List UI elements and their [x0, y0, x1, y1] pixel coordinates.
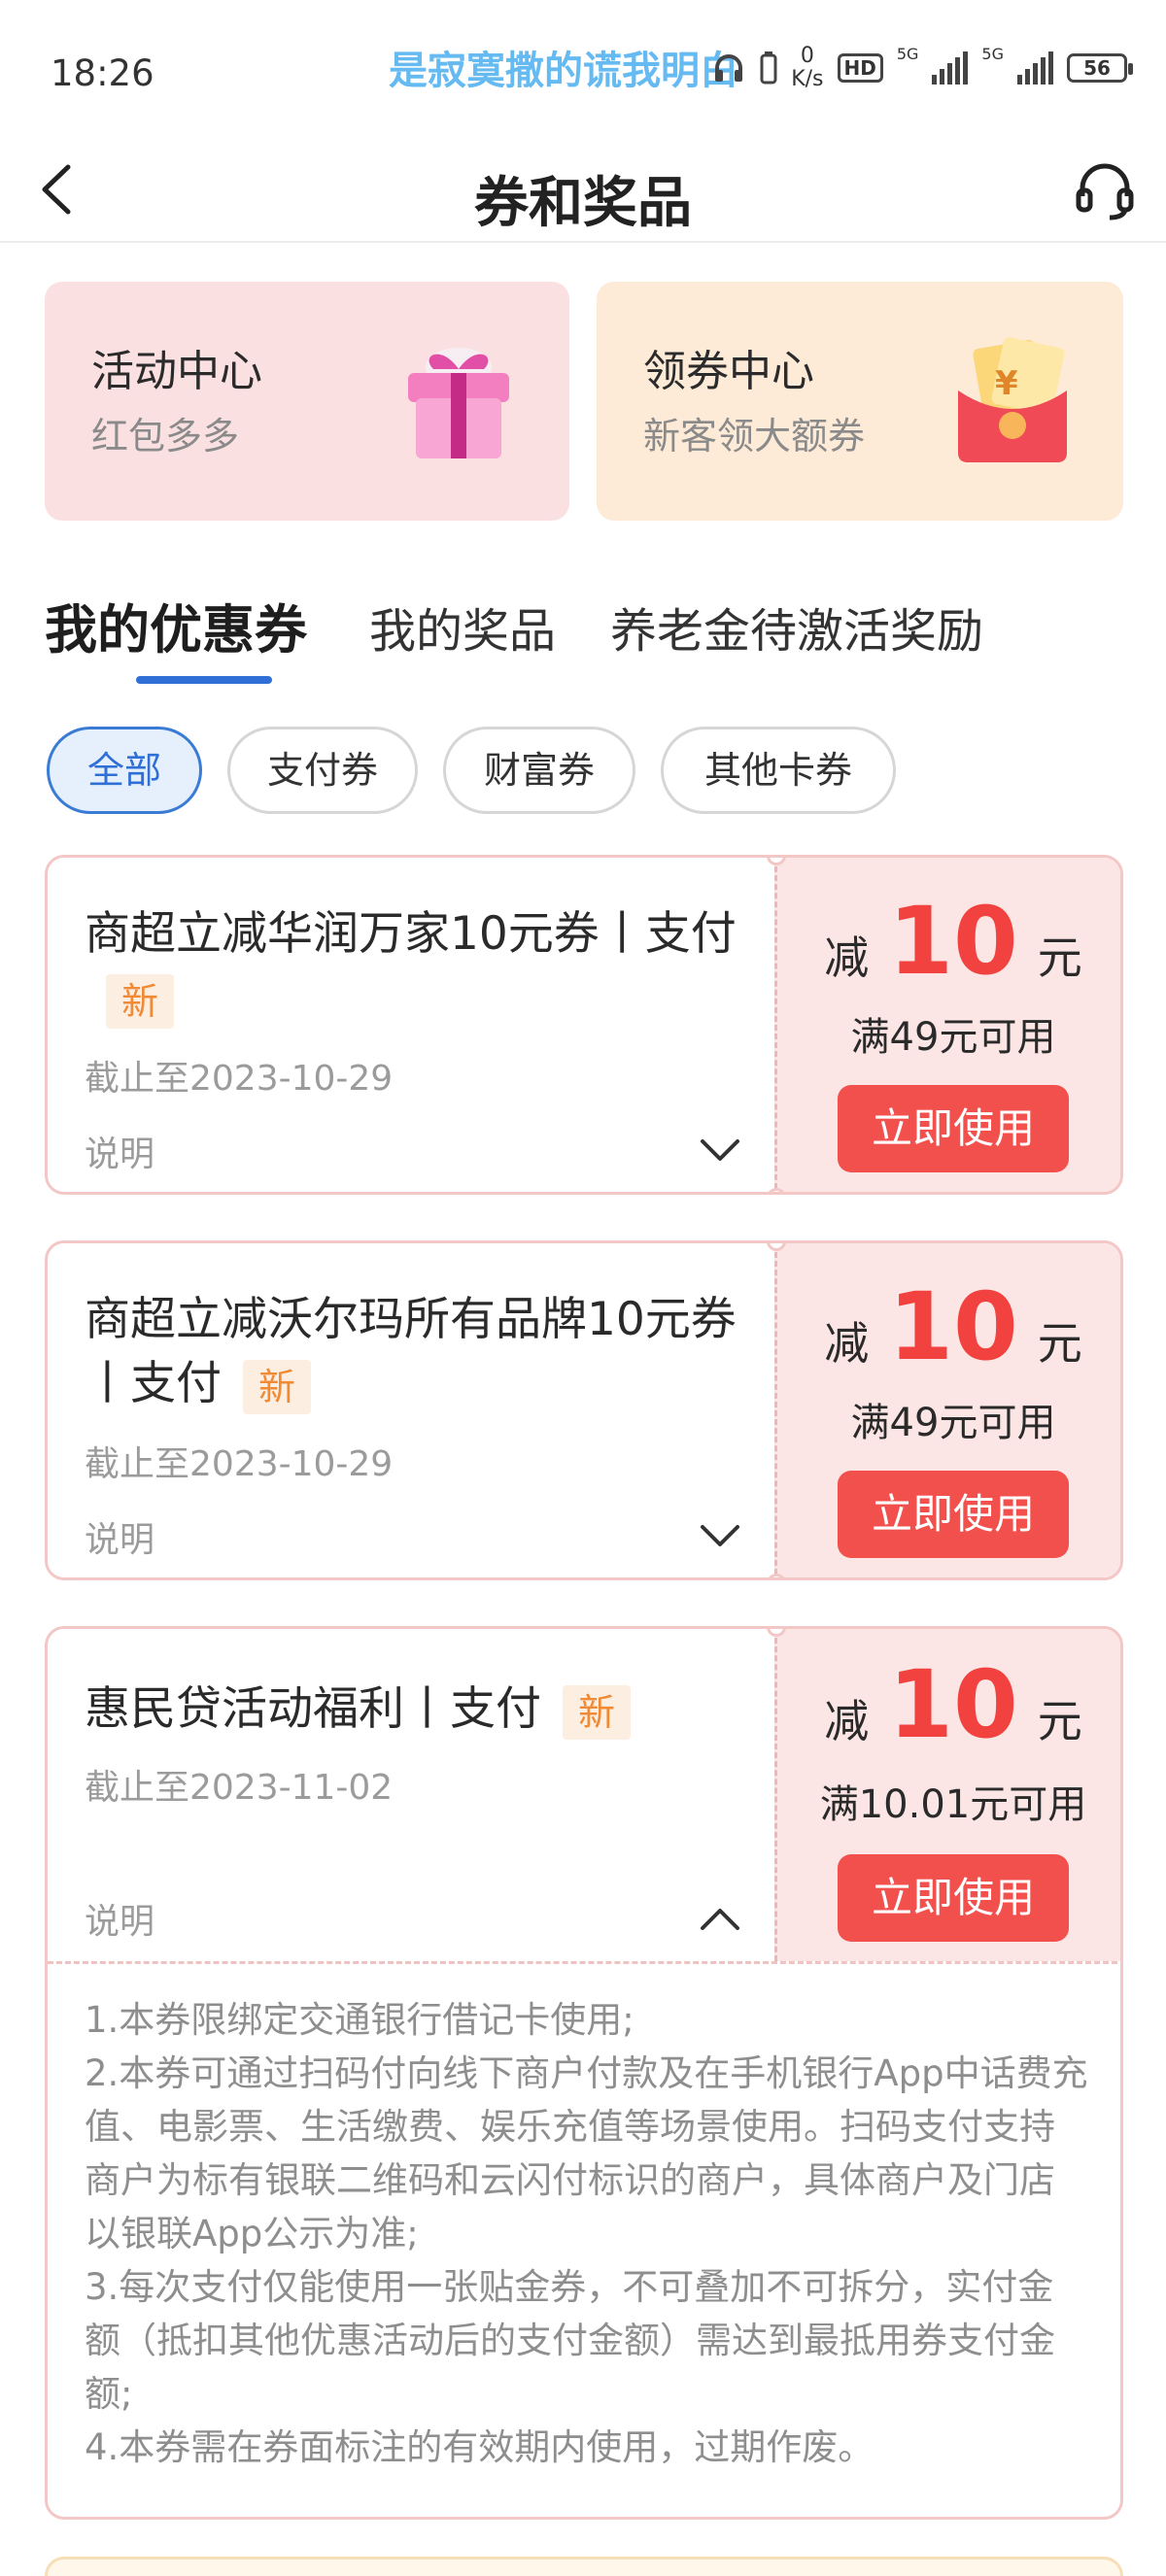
coupon-note-toggle[interactable]: 说明	[85, 1126, 154, 1176]
hd-badge: HD	[837, 53, 883, 83]
headset-icon	[1076, 163, 1134, 220]
headphones-icon	[715, 54, 743, 82]
coupon-threshold: 满49元可用	[850, 1401, 1056, 1445]
net-speed-value: 0	[800, 44, 814, 68]
battery-small-icon	[760, 51, 777, 85]
amount-value: 10	[888, 1272, 1018, 1381]
amount-prefix: 减	[824, 932, 870, 984]
filter-other-cards[interactable]: 其他卡券	[661, 727, 896, 814]
coupon-title: 商超立减华润万家10元券丨支付新	[85, 902, 755, 1031]
status-time: 18:26	[51, 52, 154, 94]
filter-payment[interactable]: 支付券	[227, 727, 418, 814]
next-coupon-card-peek	[45, 2557, 1123, 2576]
amount-unit: 元	[1037, 1317, 1082, 1370]
coupon-rule-1: 1.本券限绑定交通银行借记卡使用;	[85, 1999, 634, 2041]
chevron-down-icon[interactable]	[699, 1137, 741, 1165]
coupon-title-text: 惠民贷活动福利丨支付	[85, 1682, 541, 1736]
coupon-value-panel: 减 10 元 满49元可用 立即使用	[774, 858, 1120, 1192]
new-badge: 新	[563, 1684, 632, 1740]
amount-prefix: 减	[824, 1317, 870, 1370]
coupon-amount: 减 10 元	[777, 887, 1120, 996]
use-now-button[interactable]: 立即使用	[838, 1854, 1069, 1942]
battery-icon: 56	[1067, 53, 1133, 83]
chevron-down-icon[interactable]	[699, 1523, 741, 1550]
coupon-rule-3: 3.每次支付仅能使用一张贴金券，不可叠加不可拆分，实付金额（抵扣其他优惠活动后的…	[85, 2266, 1055, 2415]
coupon-card: 商超立减沃尔玛所有品牌10元券丨支付新 截止至2023-10-29 说明 减 10…	[45, 1240, 1123, 1580]
signal-strength-icon-2	[1017, 51, 1053, 85]
tab-my-prizes[interactable]: 我的奖品	[369, 593, 556, 661]
coupon-card-expanded: 惠民贷活动福利丨支付新 截止至2023-11-02 说明 减 10 元 满10.01…	[45, 1626, 1123, 2520]
coupon-title: 惠民贷活动福利丨支付新	[85, 1678, 755, 1742]
tab-my-coupons[interactable]: 我的优惠券	[45, 587, 307, 663]
coupon-rule-4: 4.本券需在券面标注的有效期内使用，过期作废。	[85, 2426, 874, 2468]
amount-value: 10	[888, 1650, 1018, 1759]
new-badge: 新	[106, 973, 175, 1029]
filter-all[interactable]: 全部	[47, 727, 202, 814]
coupon-card: 商超立减华润万家10元券丨支付新 截止至2023-10-29 说明 减 10 元 满…	[45, 855, 1123, 1195]
coupon-details: 1.本券限绑定交通银行借记卡使用; 2.本券可通过扫码付向线下商户付款及在手机银…	[48, 1961, 1120, 2517]
coupon-amount: 减 10 元	[777, 1650, 1120, 1759]
new-badge: 新	[243, 1359, 312, 1414]
customer-service-button[interactable]	[1071, 157, 1139, 225]
activity-center-title: 活动中心	[91, 347, 262, 396]
svg-text:¥: ¥	[995, 364, 1018, 403]
amount-unit: 元	[1037, 932, 1082, 984]
coupon-title-text: 商超立减华润万家10元券丨支付	[85, 907, 737, 961]
coupon-info: 商超立减沃尔玛所有品牌10元券丨支付新 截止至2023-10-29 说明	[48, 1243, 774, 1577]
coupon-value-panel: 减 10 元 满10.01元可用 立即使用	[774, 1629, 1120, 1961]
coupon-amount: 减 10 元	[777, 1272, 1120, 1381]
chevron-up-icon[interactable]	[699, 1905, 741, 1932]
page-title: 券和奖品	[474, 172, 692, 235]
coupon-note-toggle[interactable]: 说明	[85, 1893, 154, 1944]
status-ticker: 是寂寞撒的谎我明白	[389, 49, 738, 93]
sim1-label: 5G	[896, 45, 919, 63]
filter-wealth[interactable]: 财富券	[443, 727, 635, 814]
use-now-button[interactable]: 立即使用	[838, 1085, 1069, 1172]
coupon-value-panel: 减 10 元 满49元可用 立即使用	[774, 1243, 1120, 1577]
activity-center-subtitle: 红包多多	[91, 415, 240, 458]
amount-unit: 元	[1037, 1695, 1082, 1747]
coupon-center-title: 领券中心	[643, 347, 814, 396]
coupon-expiry: 截止至2023-11-02	[85, 1768, 394, 1808]
tab-pension-rewards[interactable]: 养老金待激活奖励	[610, 593, 983, 661]
amount-prefix: 减	[824, 1695, 870, 1747]
activity-center-card[interactable]: 活动中心 红包多多	[45, 282, 569, 521]
status-icons: 0 K/s HD 5G 5G 56	[711, 45, 1133, 91]
sim2-label: 5G	[981, 45, 1004, 63]
net-speed-unit: K/s	[791, 67, 824, 91]
red-envelope-icon: ¥	[958, 337, 1067, 462]
coupon-expiry: 截止至2023-10-29	[85, 1059, 394, 1099]
coupon-center-card[interactable]: 领券中心 新客领大额券 ¥	[597, 282, 1123, 521]
net-speed: 0 K/s	[791, 45, 823, 91]
gift-box-icon	[408, 348, 509, 458]
use-now-button[interactable]: 立即使用	[838, 1471, 1069, 1558]
coupon-note-toggle[interactable]: 说明	[85, 1511, 154, 1562]
coupon-title: 商超立减沃尔玛所有品牌10元券丨支付新	[85, 1288, 755, 1416]
status-bar: 18:26 是寂寞撒的谎我明白 0 K/s HD 5G 5G 56	[0, 0, 1166, 136]
coupon-expiry: 截止至2023-10-29	[85, 1444, 394, 1484]
coupon-rule-2: 2.本券可通过扫码付向线下商户付款及在手机银行App中话费充值、电影票、生活缴费…	[85, 2052, 1088, 2254]
coupon-threshold: 满49元可用	[850, 1015, 1056, 1060]
nav-header: 券和奖品	[0, 136, 1166, 243]
coupon-info: 商超立减华润万家10元券丨支付新 截止至2023-10-29 说明	[48, 858, 774, 1192]
coupon-center-subtitle: 新客领大额券	[643, 415, 866, 458]
coupon-tabs: 我的优惠券 我的奖品 养老金待激活奖励	[45, 593, 1123, 699]
signal-strength-icon-1	[932, 51, 969, 85]
coupon-threshold: 满10.01元可用	[819, 1782, 1087, 1827]
coupon-info: 惠民贷活动福利丨支付新 截止至2023-11-02 说明	[48, 1629, 774, 1961]
coupon-title-text: 商超立减沃尔玛所有品牌10元券丨支付	[85, 1293, 737, 1410]
amount-value: 10	[888, 887, 1018, 996]
active-tab-indicator	[136, 676, 272, 684]
